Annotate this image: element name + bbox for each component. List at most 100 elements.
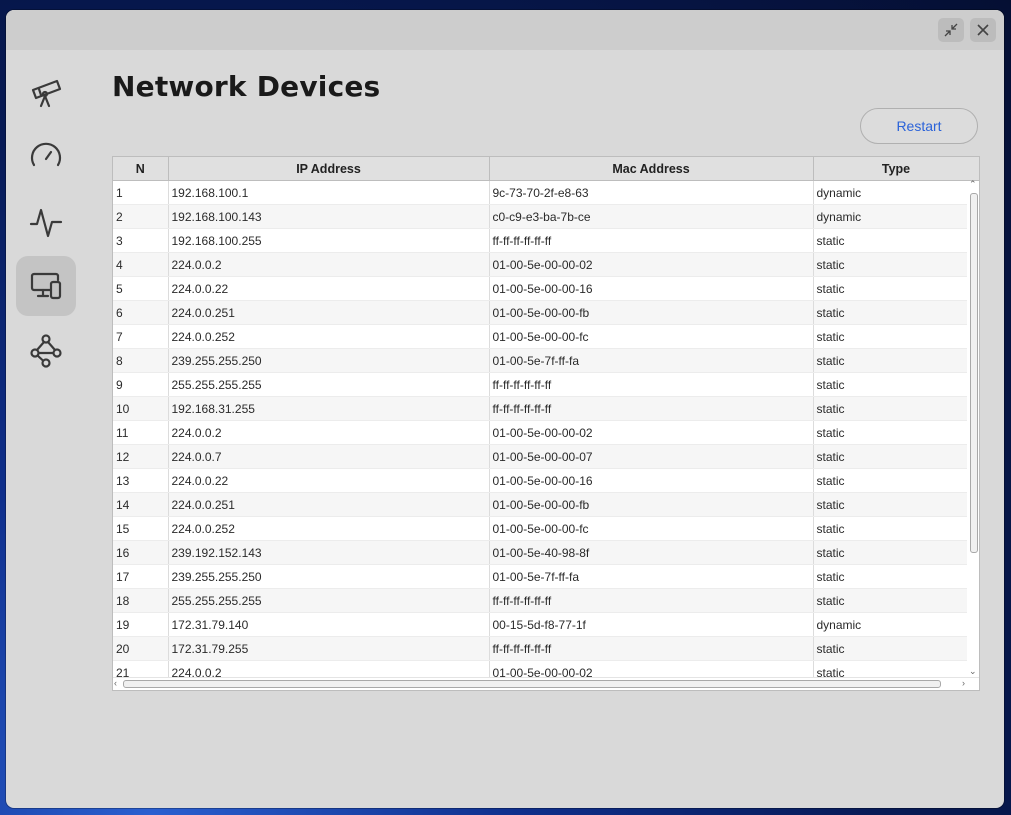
cell-ip-address: 224.0.0.251 bbox=[168, 492, 490, 517]
scroll-up-icon[interactable]: ⌃ bbox=[969, 179, 977, 190]
table-row[interactable]: 14 224.0.0.251 01-00-5e-00-00-fb static bbox=[113, 492, 979, 517]
table-row[interactable]: 6 224.0.0.251 01-00-5e-00-00-fb static bbox=[113, 300, 979, 325]
scroll-down-icon[interactable]: ⌄ bbox=[969, 666, 977, 677]
cell-n: 15 bbox=[113, 516, 169, 541]
cell-type: static bbox=[813, 636, 979, 661]
sidebar-item-speedometer[interactable] bbox=[16, 127, 76, 187]
devices-table: N IP Address Mac Address Type 1 192.168.1… bbox=[112, 156, 980, 691]
sidebar-item-devices[interactable] bbox=[16, 256, 76, 316]
cell-mac-address: ff-ff-ff-ff-ff-ff bbox=[489, 228, 814, 253]
cell-n: 19 bbox=[113, 612, 169, 637]
cell-mac-address: 01-00-5e-00-00-16 bbox=[489, 468, 814, 493]
cell-mac-address: ff-ff-ff-ff-ff-ff bbox=[489, 372, 814, 397]
cell-type: static bbox=[813, 492, 979, 517]
cell-n: 17 bbox=[113, 564, 169, 589]
cell-mac-address: 01-00-5e-00-00-02 bbox=[489, 252, 814, 277]
cell-ip-address: 224.0.0.22 bbox=[168, 468, 490, 493]
table-row[interactable]: 7 224.0.0.252 01-00-5e-00-00-fc static bbox=[113, 324, 979, 349]
sidebar-item-network[interactable] bbox=[16, 321, 76, 381]
cell-ip-address: 192.168.31.255 bbox=[168, 396, 490, 421]
cell-type: static bbox=[813, 228, 979, 253]
table-row[interactable]: 5 224.0.0.22 01-00-5e-00-00-16 static bbox=[113, 276, 979, 301]
sidebar-item-telescope[interactable] bbox=[16, 62, 76, 122]
cell-mac-address: ff-ff-ff-ff-ff-ff bbox=[489, 396, 814, 421]
cell-mac-address: 01-00-5e-00-00-16 bbox=[489, 276, 814, 301]
cell-n: 16 bbox=[113, 540, 169, 565]
minimize-button[interactable] bbox=[938, 18, 964, 42]
cell-type: static bbox=[813, 540, 979, 565]
cell-mac-address: 01-00-5e-00-00-fc bbox=[489, 516, 814, 541]
cell-mac-address: ff-ff-ff-ff-ff-ff bbox=[489, 636, 814, 661]
table-row[interactable]: 12 224.0.0.7 01-00-5e-00-00-07 static bbox=[113, 444, 979, 469]
cell-type: static bbox=[813, 516, 979, 541]
table-row[interactable]: 1 192.168.100.1 9c-73-70-2f-e8-63 dynamic bbox=[113, 180, 979, 205]
cell-ip-address: 224.0.0.7 bbox=[168, 444, 490, 469]
cell-ip-address: 255.255.255.255 bbox=[168, 588, 490, 613]
cell-mac-address: 01-00-5e-00-00-fc bbox=[489, 324, 814, 349]
close-button[interactable] bbox=[970, 18, 996, 42]
table-row[interactable]: 11 224.0.0.2 01-00-5e-00-00-02 static bbox=[113, 420, 979, 445]
cell-ip-address: 192.168.100.1 bbox=[168, 180, 490, 205]
cell-n: 4 bbox=[113, 252, 169, 277]
cell-ip-address: 239.255.255.250 bbox=[168, 564, 490, 589]
horizontal-scroll-thumb[interactable] bbox=[123, 680, 941, 688]
cell-ip-address: 224.0.0.22 bbox=[168, 276, 490, 301]
table-row[interactable]: 9 255.255.255.255 ff-ff-ff-ff-ff-ff static bbox=[113, 372, 979, 397]
collapse-icon bbox=[944, 23, 958, 37]
cell-ip-address: 255.255.255.255 bbox=[168, 372, 490, 397]
table-row[interactable]: 18 255.255.255.255 ff-ff-ff-ff-ff-ff static bbox=[113, 588, 979, 613]
sidebar-item-activity[interactable] bbox=[16, 192, 76, 252]
table-row[interactable]: 16 239.192.152.143 01-00-5e-40-98-8f static bbox=[113, 540, 979, 565]
cell-mac-address: 01-00-5e-00-00-fb bbox=[489, 492, 814, 517]
cell-mac-address: 9c-73-70-2f-e8-63 bbox=[489, 180, 814, 205]
table-row[interactable]: 13 224.0.0.22 01-00-5e-00-00-16 static bbox=[113, 468, 979, 493]
cell-ip-address: 172.31.79.255 bbox=[168, 636, 490, 661]
cell-type: static bbox=[813, 300, 979, 325]
scroll-left-icon[interactable]: ‹ bbox=[114, 678, 117, 688]
restart-button[interactable]: Restart bbox=[860, 108, 978, 144]
cell-mac-address: 01-00-5e-40-98-8f bbox=[489, 540, 814, 565]
cell-type: static bbox=[813, 444, 979, 469]
cell-mac-address: 01-00-5e-00-00-07 bbox=[489, 444, 814, 469]
cell-n: 13 bbox=[113, 468, 169, 493]
table-row[interactable]: 10 192.168.31.255 ff-ff-ff-ff-ff-ff static bbox=[113, 396, 979, 421]
vertical-scroll-thumb[interactable] bbox=[970, 193, 978, 553]
table-row[interactable]: 2 192.168.100.143 c0-c9-e3-ba-7b-ce dynamic bbox=[113, 204, 979, 229]
cell-n: 18 bbox=[113, 588, 169, 613]
table-row[interactable]: 15 224.0.0.252 01-00-5e-00-00-fc static bbox=[113, 516, 979, 541]
telescope-icon bbox=[31, 79, 62, 108]
table-row[interactable]: 20 172.31.79.255 ff-ff-ff-ff-ff-ff static bbox=[113, 636, 979, 661]
cell-type: static bbox=[813, 276, 979, 301]
cell-ip-address: 192.168.100.255 bbox=[168, 228, 490, 253]
cell-type: static bbox=[813, 252, 979, 277]
table-row[interactable]: 19 172.31.79.140 00-15-5d-f8-77-1f dynamic bbox=[113, 612, 979, 637]
speedometer-icon bbox=[30, 142, 62, 167]
scroll-right-icon[interactable]: › bbox=[962, 678, 965, 688]
table-row[interactable]: 3 192.168.100.255 ff-ff-ff-ff-ff-ff static bbox=[113, 228, 979, 253]
column-header-type[interactable]: Type bbox=[813, 157, 979, 181]
cell-mac-address: 01-00-5e-7f-ff-fa bbox=[489, 564, 814, 589]
cell-n: 6 bbox=[113, 300, 169, 325]
table-row[interactable]: 4 224.0.0.2 01-00-5e-00-00-02 static bbox=[113, 252, 979, 277]
cell-n: 1 bbox=[113, 180, 169, 205]
cell-type: dynamic bbox=[813, 612, 979, 637]
table-row[interactable]: 17 239.255.255.250 01-00-5e-7f-ff-fa static bbox=[113, 564, 979, 589]
cell-ip-address: 239.192.152.143 bbox=[168, 540, 490, 565]
cell-n: 5 bbox=[113, 276, 169, 301]
column-header-ip[interactable]: IP Address bbox=[168, 157, 490, 181]
app-window: Network Devices Restart N IP Address Mac… bbox=[6, 10, 1004, 808]
cell-mac-address: ff-ff-ff-ff-ff-ff bbox=[489, 588, 814, 613]
cell-mac-address: 00-15-5d-f8-77-1f bbox=[489, 612, 814, 637]
cell-n: 2 bbox=[113, 204, 169, 229]
cell-n: 9 bbox=[113, 372, 169, 397]
vertical-scrollbar[interactable]: ⌃ ⌄ bbox=[967, 179, 979, 677]
share-network-icon bbox=[30, 334, 62, 368]
table-row[interactable]: 8 239.255.255.250 01-00-5e-7f-ff-fa static bbox=[113, 348, 979, 373]
column-header-mac[interactable]: Mac Address bbox=[489, 157, 814, 181]
cell-type: static bbox=[813, 396, 979, 421]
cell-type: dynamic bbox=[813, 204, 979, 229]
column-header-n[interactable]: N bbox=[113, 157, 169, 181]
cell-type: static bbox=[813, 420, 979, 445]
cell-ip-address: 224.0.0.2 bbox=[168, 420, 490, 445]
horizontal-scrollbar[interactable]: ‹ › bbox=[113, 677, 979, 690]
